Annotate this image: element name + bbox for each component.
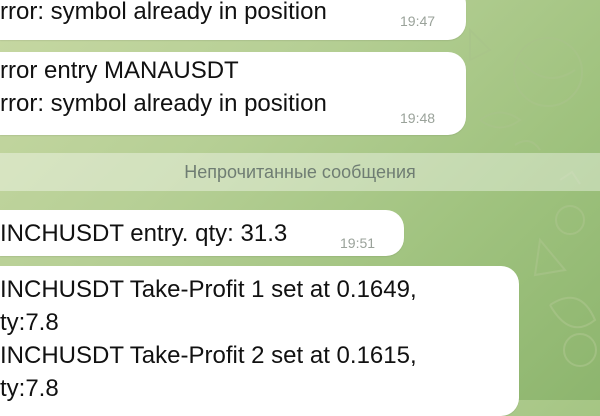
message-bubble[interactable]: rror entry MANAUSDT rror: symbol already… xyxy=(0,52,466,135)
message-time: 19:47 xyxy=(400,13,436,29)
message-text: ty:7.8 xyxy=(0,374,59,402)
message-bubble[interactable]: INCHUSDT entry. qty: 31.3 19:51 xyxy=(0,210,404,256)
message-bubble[interactable]: INCHUSDT Take-Profit 1 set at 0.1649, ty… xyxy=(0,266,519,416)
message-text: INCHUSDT entry. qty: 31.3 xyxy=(0,220,288,247)
unread-messages-divider: Непрочитанные сообщения xyxy=(0,153,600,191)
message-text: rror entry MANAUSDT xyxy=(0,57,239,84)
message-time: 19:48 xyxy=(400,110,436,126)
unread-messages-label: Непрочитанные сообщения xyxy=(184,161,416,182)
message-text: rror: symbol already in position xyxy=(0,89,327,117)
message-bubble[interactable]: rror: symbol already in position 19:47 xyxy=(0,0,466,40)
message-text: INCHUSDT Take-Profit 1 set at 0.1649, xyxy=(0,276,417,303)
message-text: INCHUSDT Take-Profit 2 set at 0.1615, xyxy=(0,341,417,369)
message-time: 19:51 xyxy=(340,235,376,251)
message-text: ty:7.8 xyxy=(0,308,59,336)
message-text: rror: symbol already in position xyxy=(0,0,327,25)
